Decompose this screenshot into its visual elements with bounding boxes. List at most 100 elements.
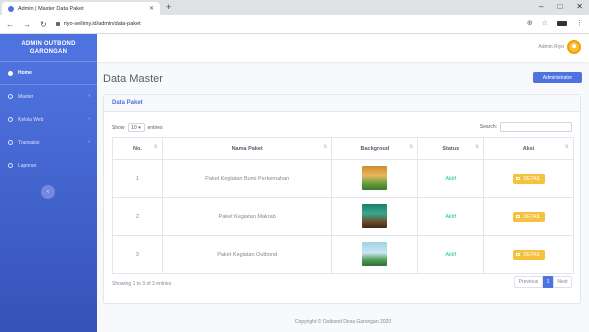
- sidebar-item-label: Kelola Web: [18, 116, 44, 123]
- maximize-icon[interactable]: □: [557, 2, 562, 11]
- column-header-status[interactable]: Status ⇅: [417, 137, 485, 160]
- copyright-footer: Copyright © Outbond Desa Garongan 2020: [294, 319, 392, 325]
- sidebar: ADMIN OUTBOND GARONGAN Home Master › Kel…: [0, 34, 97, 332]
- sidebar-item-kelola-web[interactable]: Kelola Web ›: [0, 108, 97, 131]
- table-info: Showing 1 to 3 of 3 entries: [112, 281, 172, 287]
- cell-background: [331, 235, 419, 274]
- background-thumbnail-image[interactable]: [362, 203, 388, 228]
- address-bar: ← → ↻ riyo-seilimy.id/admin/data-paket ⊕…: [0, 15, 589, 34]
- sort-icon: ⇅: [409, 144, 414, 150]
- search-input[interactable]: [500, 122, 572, 132]
- column-header-no[interactable]: No. ⇅: [112, 137, 163, 160]
- column-header-aksi[interactable]: Aksi ⇅: [483, 137, 574, 160]
- detail-icon: [516, 215, 521, 218]
- sidebar-item-master[interactable]: Master ›: [0, 85, 97, 108]
- cell-status: Aktif: [417, 197, 485, 236]
- entries-value: 10: [131, 124, 137, 131]
- cell-no: 1: [112, 159, 163, 198]
- detail-icon: [516, 253, 521, 256]
- sort-icon: ⇅: [323, 144, 328, 150]
- wrench-icon: [8, 117, 13, 122]
- chevron-left-icon: ‹: [47, 189, 49, 195]
- entries-length-control: Show 10 ▾ entries: [112, 123, 163, 132]
- cell-aksi: DETAIL: [483, 235, 574, 274]
- table-row: 2 Paket Kegiatan Makrab Aktif DETAIL: [112, 197, 574, 236]
- close-window-icon[interactable]: ✕: [576, 2, 583, 11]
- previous-page-button[interactable]: Previous: [514, 276, 543, 288]
- sidebar-item-label: Home: [18, 70, 32, 76]
- browser-tab-bar: Admin | Master Data Paket ✕ + – □ ✕: [0, 0, 589, 15]
- user-menu[interactable]: Admin Riyo: [538, 40, 581, 54]
- cell-status: Aktif: [417, 235, 485, 274]
- extension-icon[interactable]: [557, 20, 567, 26]
- background-thumbnail-image[interactable]: [362, 241, 388, 266]
- sidebar-item-label: Transaksi: [18, 139, 40, 146]
- sidebar-brand[interactable]: ADMIN OUTBOND GARONGAN: [0, 34, 97, 62]
- chevron-right-icon: ›: [88, 116, 90, 122]
- table-search: Search:: [480, 122, 572, 132]
- sort-icon: ⇅: [474, 144, 480, 150]
- column-header-nama-paket[interactable]: Nama Paket ⇅: [161, 137, 333, 160]
- page-title: Data Master: [103, 73, 163, 85]
- minimize-icon[interactable]: –: [539, 2, 543, 11]
- brand-line-1: ADMIN OUTBOND: [21, 40, 76, 47]
- page-1-button[interactable]: 1: [543, 276, 553, 288]
- column-header-backgroud[interactable]: Backgroud ⇅: [331, 137, 419, 160]
- sidebar-item-transaksi[interactable]: Transaksi ›: [0, 131, 97, 154]
- select-caret-icon: ▾: [138, 124, 141, 131]
- bookmark-star-icon[interactable]: ☆: [542, 19, 548, 27]
- sidebar-item-home[interactable]: Home: [0, 62, 97, 85]
- back-icon[interactable]: ←: [6, 20, 14, 29]
- cell-nama-paket: Paket Kegiatan Makrab: [161, 197, 333, 236]
- data-paket-card: Data Paket Show 10 ▾ entries Search: No.…: [103, 94, 581, 304]
- tab-title: Admin | Master Data Paket: [18, 5, 84, 12]
- sidebar-item-laporan[interactable]: Laporan: [0, 154, 97, 177]
- url-text: riyo-seilimy.id/admin/data-paket: [63, 21, 141, 27]
- cell-no: 2: [112, 197, 163, 236]
- menu-dots-icon[interactable]: ⋮: [576, 19, 583, 27]
- show-label: Show: [112, 124, 125, 131]
- close-tab-icon[interactable]: ✕: [149, 5, 154, 12]
- table-row: 1 Paket Kegiatan Bumi Perkemahan Aktif D…: [112, 159, 574, 198]
- next-page-button[interactable]: Next: [553, 276, 572, 288]
- entries-select[interactable]: 10 ▾: [127, 123, 145, 132]
- sort-icon: ⇅: [564, 144, 569, 150]
- table-row: 3 Paket Kegiatan Outbond Aktif DETAIL: [112, 235, 574, 274]
- sort-icon: ⇅: [153, 144, 158, 150]
- pagination: Previous 1 Next: [514, 276, 572, 288]
- new-tab-button[interactable]: +: [166, 2, 171, 12]
- cell-background: [331, 159, 419, 198]
- avatar: [567, 40, 581, 54]
- url-field[interactable]: riyo-seilimy.id/admin/data-paket: [55, 21, 141, 27]
- administrator-button[interactable]: Administrator: [533, 72, 582, 83]
- cell-nama-paket: Paket Kegiatan Outbond: [161, 235, 333, 274]
- sidebar-toggle-button[interactable]: ‹: [41, 185, 55, 199]
- sidebar-item-label: Laporan: [18, 162, 37, 169]
- browser-tab[interactable]: Admin | Master Data Paket ✕: [2, 2, 160, 15]
- zoom-icon[interactable]: ⊕: [527, 19, 533, 27]
- lock-icon: [55, 22, 60, 26]
- detail-button[interactable]: DETAIL: [512, 173, 545, 184]
- background-thumbnail-image[interactable]: [362, 165, 388, 190]
- detail-icon: [516, 177, 521, 180]
- chevron-right-icon: ›: [88, 139, 90, 145]
- table-icon: [8, 163, 13, 168]
- user-name: Admin Riyo: [538, 44, 564, 50]
- detail-button[interactable]: DETAIL: [512, 249, 545, 260]
- cell-nama-paket: Paket Kegiatan Bumi Perkemahan: [161, 159, 333, 198]
- administrator-button-label: Administrator: [542, 74, 573, 81]
- cell-no: 3: [112, 235, 163, 274]
- chart-icon: [8, 140, 13, 145]
- reload-icon[interactable]: ↻: [40, 20, 47, 29]
- sidebar-item-label: Master: [18, 93, 34, 100]
- detail-button[interactable]: DETAIL: [512, 211, 545, 222]
- chevron-right-icon: ›: [88, 93, 90, 99]
- cell-aksi: DETAIL: [483, 159, 574, 198]
- favicon-icon: [8, 5, 14, 12]
- entries-label: entries: [147, 124, 163, 131]
- cell-aksi: DETAIL: [483, 197, 574, 236]
- cell-status: Aktif: [417, 159, 485, 198]
- home-icon: [8, 70, 13, 76]
- forward-icon[interactable]: →: [23, 20, 31, 29]
- cell-background: [331, 197, 419, 236]
